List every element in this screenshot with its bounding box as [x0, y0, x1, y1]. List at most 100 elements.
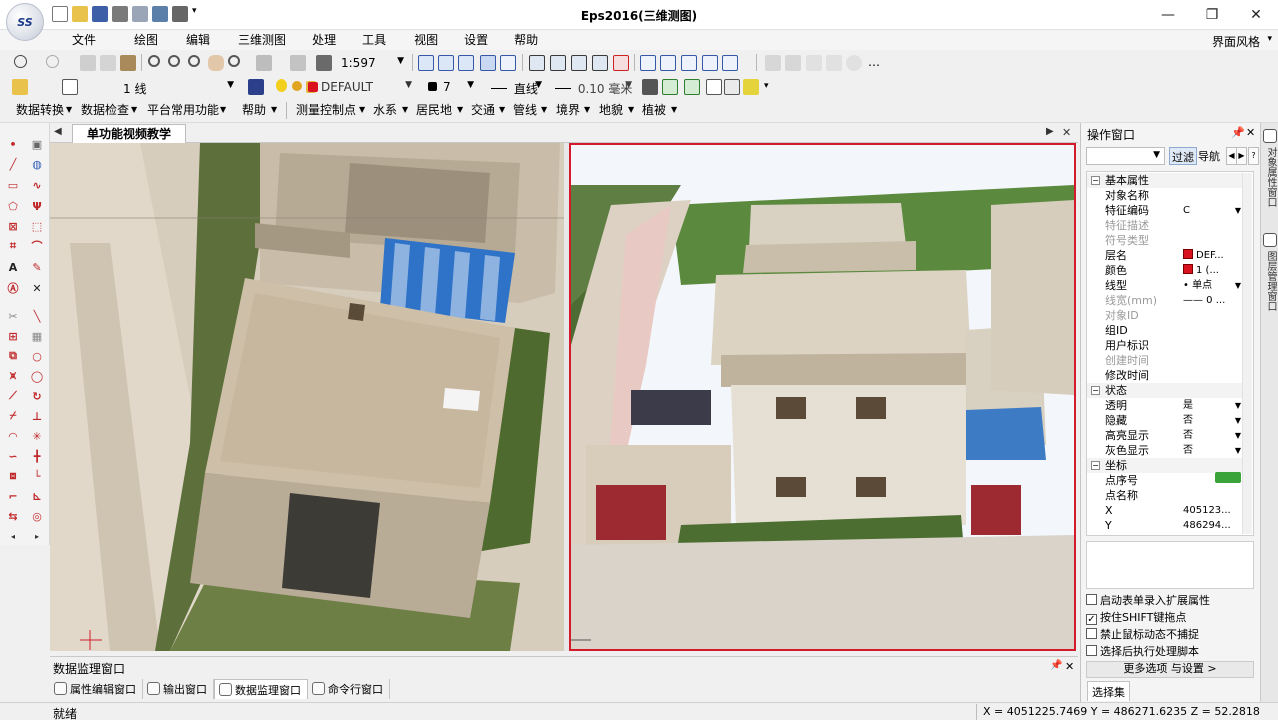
coord-property-row[interactable]: X 405123...: [1087, 503, 1245, 518]
option-checkbox[interactable]: ✓ 按住SHIFT键拖点: [1086, 611, 1186, 627]
tab-data-monitor[interactable]: 数据监理窗口: [214, 679, 308, 699]
basic-property-row[interactable]: 颜色 1 (...: [1087, 263, 1245, 278]
section-state[interactable]: − 状态: [1087, 383, 1245, 398]
more-tools-icon[interactable]: …: [868, 55, 880, 69]
tab-attribute-edit[interactable]: 属性编辑窗口: [50, 679, 143, 699]
rect-grey-tool-icon[interactable]: ▣: [30, 137, 44, 151]
gear-grey-icon[interactable]: [846, 55, 862, 71]
bend-tool-icon[interactable]: ⌒: [30, 239, 44, 253]
copy-props-icon[interactable]: [684, 79, 700, 95]
toolbox-overflow-right-icon[interactable]: ▸: [30, 529, 44, 543]
app-logo[interactable]: SS: [6, 3, 44, 41]
diagonal-tool-icon[interactable]: ╲: [30, 309, 44, 323]
zoom-previous-icon[interactable]: [228, 55, 240, 67]
restore-button[interactable]: ❐: [1190, 0, 1234, 30]
snap-off-icon[interactable]: [613, 55, 629, 71]
layout-2-icon[interactable]: [785, 55, 801, 71]
match-props-icon[interactable]: [662, 79, 678, 95]
tb3-data-check[interactable]: 数据检查: [81, 103, 129, 117]
basic-property-row[interactable]: 特征描述: [1087, 218, 1245, 233]
menu-help[interactable]: 帮助: [500, 33, 550, 47]
layer-code-combo[interactable]: 1 线 ▼: [88, 77, 238, 96]
object-type-select[interactable]: ▼: [1086, 147, 1165, 165]
help-icon[interactable]: ?: [1248, 147, 1259, 165]
more-options-button[interactable]: 更多选项 与设置 >: [1086, 661, 1254, 678]
basic-property-row[interactable]: 组ID: [1087, 323, 1245, 338]
state-property-row[interactable]: 灰色显示 否 ▼: [1087, 443, 1245, 458]
tb3-pipelines[interactable]: 管线: [513, 103, 537, 117]
tb3-data-convert[interactable]: 数据转换: [16, 103, 64, 117]
checkbox-unchecked-icon[interactable]: [1086, 594, 1097, 605]
scale-combo[interactable]: 1:597 ▼: [336, 53, 408, 72]
redo-icon[interactable]: [46, 55, 59, 68]
undo-icon[interactable]: [14, 55, 27, 68]
rectangle-tool-icon[interactable]: ▭: [6, 178, 20, 192]
dash-rect-tool-icon[interactable]: ⬚: [30, 219, 44, 233]
tab-close-icon[interactable]: ✕: [1062, 126, 1071, 139]
zoom-all-icon[interactable]: [290, 55, 306, 71]
cascade-icon[interactable]: [438, 55, 454, 71]
section-coordinates[interactable]: − 坐标: [1087, 458, 1245, 473]
layout-1-icon[interactable]: [765, 55, 781, 71]
layer-state-icon[interactable]: [248, 79, 264, 95]
snap-end-icon[interactable]: [550, 55, 566, 71]
monitor-pin-icon[interactable]: 📌: [1050, 660, 1062, 671]
tb3-residential[interactable]: 居民地: [416, 103, 452, 117]
state-property-row[interactable]: 高亮显示 否 ▼: [1087, 428, 1245, 443]
tee-tool-icon[interactable]: ╋: [30, 449, 44, 463]
tab-output[interactable]: 输出窗口: [143, 679, 214, 699]
3d-view-icon[interactable]: [500, 55, 516, 71]
wave-tool-icon[interactable]: ∽: [6, 449, 20, 463]
basic-property-row[interactable]: 层名 DEF...: [1087, 248, 1245, 263]
option-checkbox[interactable]: 启动表单录入扩展属性: [1086, 594, 1210, 610]
basic-property-row[interactable]: 修改时间: [1087, 368, 1245, 383]
zoom-in-icon[interactable]: [168, 55, 180, 67]
linetype-combo[interactable]: 直线 ▼: [486, 77, 546, 96]
print-grey-icon[interactable]: [806, 55, 822, 71]
side-tab-layer-manager[interactable]: 图层管理窗口: [1262, 251, 1278, 311]
section-basic-properties[interactable]: − 基本属性: [1087, 173, 1245, 188]
sphere-tool-icon[interactable]: ◍: [30, 157, 44, 171]
tab-scroll-left-icon[interactable]: ◀: [54, 126, 62, 137]
basic-property-row[interactable]: 创建时间: [1087, 353, 1245, 368]
snap-node-icon[interactable]: [592, 55, 608, 71]
tab-scroll-right-icon[interactable]: ▶: [1046, 126, 1054, 137]
node-edit-tool-icon[interactable]: ⊞: [6, 329, 20, 343]
mail-icon[interactable]: [826, 55, 842, 71]
panel-close-icon[interactable]: ✕: [1246, 126, 1255, 139]
rotate-view-icon[interactable]: [316, 55, 332, 71]
extend-tool-icon[interactable]: ⟋: [6, 389, 20, 403]
basic-property-row[interactable]: 对象ID: [1087, 308, 1245, 323]
nav-next-icon[interactable]: ▶: [1236, 147, 1247, 165]
property-dropdown-icon[interactable]: ▼: [1235, 443, 1241, 458]
menu-tools[interactable]: 工具: [348, 33, 398, 47]
tb3-hydrography[interactable]: 水系: [373, 103, 397, 117]
check-icon[interactable]: [706, 79, 722, 95]
minimize-button[interactable]: —: [1146, 0, 1190, 30]
layer-manager-icon[interactable]: [12, 79, 28, 95]
menu-process[interactable]: 处理: [298, 33, 348, 47]
state-property-row[interactable]: 透明 是 ▼: [1087, 398, 1245, 413]
basic-property-row[interactable]: 线宽(mm) —— 0 ...: [1087, 293, 1245, 308]
tb3-vegetation[interactable]: 植被: [642, 103, 666, 117]
arc-tool-icon[interactable]: ◠: [6, 429, 20, 443]
fillet-tool-icon[interactable]: ⌐: [6, 489, 20, 503]
menu-file[interactable]: 文件: [60, 33, 108, 47]
panel-pin-icon[interactable]: 📌: [1231, 126, 1245, 139]
perpendicular-tool-icon[interactable]: ⊥: [30, 409, 44, 423]
property-dropdown-icon[interactable]: ▼: [1235, 428, 1241, 443]
property-dropdown-icon[interactable]: ▼: [1235, 413, 1241, 428]
basic-property-row[interactable]: 用户标识: [1087, 338, 1245, 353]
tb3-common-functions[interactable]: 平台常用功能: [147, 103, 219, 117]
layer-props-icon[interactable]: [62, 79, 78, 95]
circle-red-tool-icon[interactable]: ◯: [30, 369, 44, 383]
side-tab-object-properties[interactable]: 对象属性窗口: [1262, 147, 1278, 207]
tb3-boundaries[interactable]: 境界: [556, 103, 580, 117]
checkbox-unchecked-icon[interactable]: [1086, 645, 1097, 656]
orthophoto-viewport[interactable]: [50, 143, 564, 651]
break-tool-icon[interactable]: ⊠: [6, 219, 20, 233]
toolbar2-overflow-icon[interactable]: ▾: [764, 79, 769, 93]
numbering-icon[interactable]: [722, 55, 738, 71]
grid-view-icon[interactable]: [480, 55, 496, 71]
pan-hand-icon[interactable]: [208, 55, 224, 71]
